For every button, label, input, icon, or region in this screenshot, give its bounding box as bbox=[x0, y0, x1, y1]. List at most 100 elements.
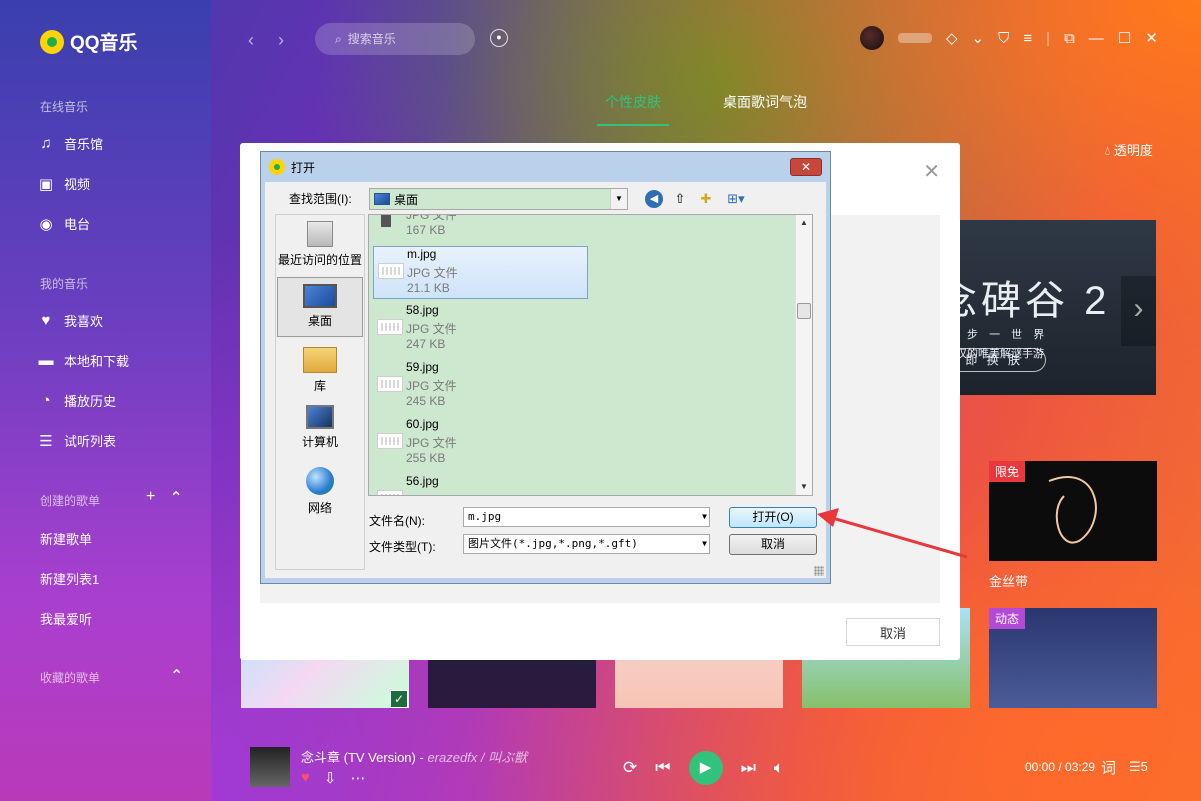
playlist-item[interactable]: 我最爱听 bbox=[40, 609, 92, 628]
song-actions: ♥ ⇩ ⋯ bbox=[301, 769, 365, 787]
chevron-up-icon[interactable]: ⌃ bbox=[169, 488, 182, 508]
sidebar-item-label: 播放历史 bbox=[64, 394, 117, 409]
place-computer[interactable]: 计算机 bbox=[276, 405, 364, 459]
chevron-down-icon[interactable]: ▼ bbox=[610, 189, 627, 209]
file-item[interactable]: 58.jpg JPG 文件 247 KB bbox=[373, 303, 588, 356]
sidebar-item-video[interactable]: ▣ 视频 bbox=[38, 174, 90, 193]
chevron-down-icon[interactable]: ▼ bbox=[702, 508, 707, 526]
cancel-button[interactable]: 取消 bbox=[729, 534, 817, 555]
forward-icon[interactable]: › bbox=[278, 30, 284, 51]
sidebar-item-trial-list[interactable]: ☰ 试听列表 bbox=[38, 431, 116, 450]
scroll-up-icon[interactable]: ▲ bbox=[796, 215, 812, 231]
opacity-control[interactable]: 💧︎ 透明度 bbox=[1105, 140, 1153, 159]
tab-desktop-lyric-bubble[interactable]: 桌面歌词气泡 bbox=[723, 92, 807, 126]
chevron-down-icon[interactable]: ⌄ bbox=[972, 29, 985, 47]
annotation-arrow bbox=[817, 508, 968, 559]
section-collected-playlists: 收藏的歌单 bbox=[40, 671, 101, 685]
skin-shirt-icon[interactable]: ⛉ bbox=[998, 30, 1009, 47]
sidebar-item-favorites[interactable]: ♥ 我喜欢 bbox=[38, 311, 103, 330]
sidebar-item-local-download[interactable]: ▬ 本地和下载 bbox=[38, 351, 130, 370]
filetype-select[interactable]: 图片文件(*.jpg,*.png,*.gft) ▼ bbox=[463, 534, 710, 554]
view-menu-icon[interactable]: ⊞▾ bbox=[723, 190, 749, 208]
repeat-icon[interactable]: ⟳ bbox=[623, 758, 637, 778]
app-logo[interactable]: QQ音乐 bbox=[40, 28, 138, 55]
file-item[interactable]: 59.jpg JPG 文件 245 KB bbox=[373, 360, 588, 413]
maximize-icon[interactable]: ☐ bbox=[1118, 29, 1131, 47]
album-cover[interactable] bbox=[250, 747, 290, 787]
sidebar-item-history[interactable]: ◔ 播放历史 bbox=[38, 391, 116, 410]
playlist-item[interactable]: 新建歌单 bbox=[40, 529, 92, 548]
song-title[interactable]: 念斗章 (TV Version) bbox=[301, 750, 416, 765]
jpg-file-icon bbox=[377, 319, 403, 335]
volume-icon[interactable]: 🔈︎ bbox=[774, 758, 784, 778]
chevron-down-icon[interactable]: ▼ bbox=[702, 535, 707, 553]
section-created-playlists: 创建的歌单 bbox=[40, 494, 101, 508]
play-queue[interactable]: ☰5 bbox=[1129, 759, 1148, 775]
file-type: JPG 文件 bbox=[406, 436, 457, 450]
scroll-down-icon[interactable]: ▼ bbox=[796, 479, 812, 495]
lyrics-toggle[interactable]: 词 bbox=[1101, 757, 1116, 778]
file-item[interactable]: 56.jpg bbox=[373, 474, 588, 495]
close-icon[interactable]: ✕ bbox=[790, 158, 822, 176]
next-icon[interactable]: ⏭︎ bbox=[741, 758, 756, 778]
add-icon[interactable]: + bbox=[146, 488, 155, 508]
vertical-scrollbar[interactable]: ▲ ▼ bbox=[795, 215, 812, 495]
close-icon[interactable]: ✕ bbox=[1145, 29, 1158, 47]
video-icon: ▣ bbox=[38, 175, 54, 193]
place-desktop[interactable]: 桌面 bbox=[277, 277, 363, 337]
chevron-up-icon[interactable]: ⌃ bbox=[170, 666, 183, 686]
sidebar-item-music-hall[interactable]: ♫ 音乐馆 bbox=[38, 134, 103, 153]
skin-card-dynamic[interactable]: 动态 bbox=[989, 608, 1157, 708]
like-heart-icon[interactable]: ♥ bbox=[301, 769, 310, 787]
dialog-titlebar[interactable]: 打开 bbox=[261, 152, 830, 182]
scroll-thumb[interactable] bbox=[797, 303, 811, 319]
file-size: 247 KB bbox=[406, 337, 446, 351]
computer-icon bbox=[306, 405, 334, 429]
playlist-item[interactable]: 新建列表1 bbox=[40, 569, 99, 588]
tab-personal-skin[interactable]: 个性皮肤 bbox=[597, 92, 669, 126]
playback-controls: ⟳ ⏮︎ ▶ ⏭︎ 🔈︎ bbox=[623, 751, 784, 785]
avatar[interactable] bbox=[860, 26, 884, 50]
skin-card-gold-ribbon[interactable]: 限免 bbox=[989, 461, 1157, 561]
minimize-icon[interactable]: — bbox=[1089, 30, 1104, 47]
up-folder-icon[interactable]: ⇧ bbox=[671, 190, 689, 208]
previous-icon[interactable]: ⏮︎ bbox=[655, 758, 670, 778]
diamond-icon[interactable]: ◇ bbox=[946, 29, 958, 47]
play-button[interactable]: ▶ bbox=[688, 751, 723, 785]
voice-search-icon[interactable]: ● bbox=[490, 29, 508, 47]
drop-icon: 💧︎ bbox=[1105, 143, 1111, 158]
user-name-blurred[interactable] bbox=[898, 33, 932, 43]
monitor-icon: ▬ bbox=[38, 352, 54, 369]
filename-input[interactable]: m.jpg ▼ bbox=[463, 507, 710, 527]
cancel-button[interactable]: 取消 bbox=[846, 618, 940, 646]
sidebar-item-label: 电台 bbox=[64, 217, 91, 232]
back-icon[interactable]: ◀ bbox=[645, 190, 663, 208]
file-item[interactable]: JPG 文件 167 KB bbox=[373, 215, 588, 242]
open-button[interactable]: 打开(O) bbox=[729, 507, 817, 528]
filename-value: m.jpg bbox=[468, 510, 502, 523]
search-box[interactable]: ⌕ bbox=[315, 23, 475, 55]
menu-icon[interactable]: ≡ bbox=[1023, 30, 1032, 47]
sidebar-item-radio[interactable]: ◉ 电台 bbox=[38, 214, 90, 233]
download-icon[interactable]: ⇩ bbox=[324, 769, 337, 787]
place-network[interactable]: 网络 bbox=[276, 467, 364, 521]
file-list[interactable]: JPG 文件 167 KB m.jpg JPG 文件 21.1 KB 58.jp… bbox=[368, 214, 813, 496]
song-artist[interactable]: erazedfx / 叫ぶ獣 bbox=[427, 750, 527, 765]
new-folder-icon[interactable]: ✚ bbox=[697, 190, 715, 208]
file-item[interactable]: 60.jpg JPG 文件 255 KB bbox=[373, 417, 588, 470]
mini-mode-icon[interactable]: ⧉ bbox=[1064, 30, 1075, 47]
back-icon[interactable]: ‹ bbox=[248, 30, 254, 51]
search-input[interactable] bbox=[347, 32, 458, 46]
look-in-select[interactable]: 桌面 ▼ bbox=[369, 188, 628, 210]
resize-grip[interactable] bbox=[814, 566, 824, 576]
network-globe-icon bbox=[306, 467, 334, 495]
banner-next-icon[interactable]: › bbox=[1121, 276, 1156, 346]
queue-icon: ☰ bbox=[1129, 759, 1141, 774]
place-recent[interactable]: 最近访问的位置 bbox=[276, 221, 364, 273]
close-icon[interactable]: ✕ bbox=[923, 159, 940, 184]
selected-check-icon: ✓ bbox=[390, 690, 408, 708]
place-libraries[interactable]: 库 bbox=[276, 347, 364, 397]
library-folder-icon bbox=[303, 347, 337, 373]
file-item-selected[interactable]: m.jpg JPG 文件 21.1 KB bbox=[373, 246, 588, 299]
more-icon[interactable]: ⋯ bbox=[350, 769, 365, 787]
